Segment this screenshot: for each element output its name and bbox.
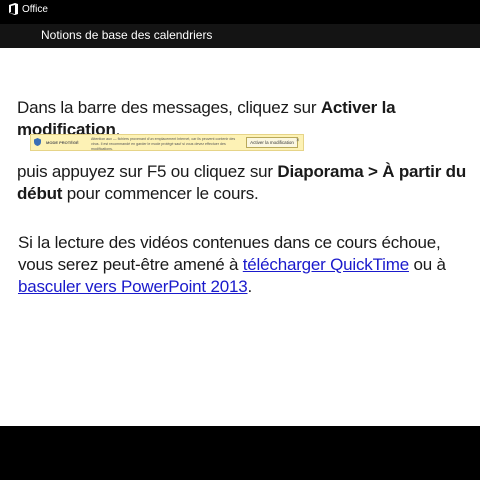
- enable-editing-button: Activer la modification: [246, 137, 298, 148]
- protected-mode-label: MODE PROTÉGÉ: [46, 140, 79, 145]
- office-brand: Office: [8, 3, 48, 15]
- instruction-paragraph-2: puis appuyez sur F5 ou cliquez sur Diapo…: [17, 161, 467, 205]
- p1-text: Dans la barre des messages, cliquez sur: [17, 98, 321, 117]
- shield-icon: [34, 138, 41, 146]
- message-bar-text: Attention aux — fichiers provenant d'un …: [91, 137, 236, 151]
- message-bar-illustration: MODE PROTÉGÉ Attention aux — fichiers pr…: [30, 134, 304, 151]
- switch-powerpoint-link[interactable]: basculer vers PowerPoint 2013: [18, 277, 248, 296]
- p3-mid: ou à: [408, 255, 446, 274]
- p2-end: pour commencer le cours.: [62, 184, 259, 203]
- p2-text: puis appuyez sur F5 ou cliquez sur: [17, 162, 278, 181]
- course-title: Notions de base des calendriers: [41, 28, 213, 42]
- close-icon: ×: [296, 138, 300, 144]
- p3-end: .: [247, 277, 253, 296]
- office-logo-icon: [9, 3, 18, 15]
- brand-label: Office: [22, 3, 48, 15]
- slide-content: Dans la barre des messages, cliquez sur …: [0, 48, 480, 426]
- course-title-bar: Notions de base des calendriers: [0, 24, 480, 48]
- top-bar: Office Notions de base des calendriers: [0, 0, 480, 48]
- bottom-bar: [0, 426, 480, 480]
- video-help-paragraph: Si la lecture des vidéos contenues dans …: [18, 232, 458, 298]
- download-quicktime-link[interactable]: télécharger QuickTime: [243, 255, 409, 274]
